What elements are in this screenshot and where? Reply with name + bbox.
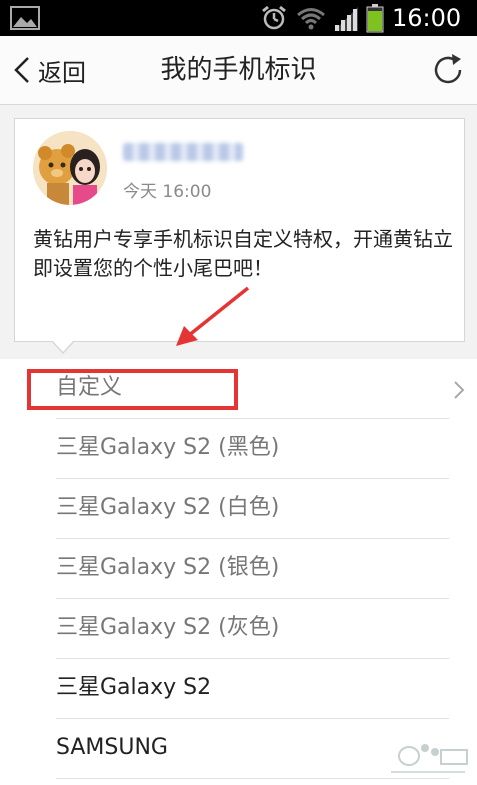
option-label: SAMSUNG	[56, 735, 168, 760]
avatar-image	[33, 131, 107, 205]
option-custom[interactable]: 自定义	[0, 359, 477, 419]
option-galaxy-s2-white[interactable]: 三星Galaxy S2 (白色)	[0, 479, 477, 539]
wifi-icon	[297, 8, 325, 30]
option-label: 三星Galaxy S2 (白色)	[56, 495, 280, 520]
signal-icon	[334, 7, 358, 31]
option-galaxy-s2[interactable]: 三星Galaxy S2	[0, 659, 477, 719]
option-label: 三星Galaxy S2 (黑色)	[56, 435, 280, 460]
nav-bar: 返回 我的手机标识	[0, 36, 477, 105]
alarm-icon	[262, 5, 286, 30]
option-galaxy-s2-grey[interactable]: 三星Galaxy S2 (灰色)	[0, 599, 477, 659]
post-message: 黄钻用户专享手机标识自定义特权，开通黄钻立即设置您的个性小尾巴吧！	[33, 227, 453, 280]
status-bar: 16:00	[0, 0, 477, 36]
status-clock: 16:00	[392, 4, 462, 32]
highlight-box	[27, 369, 238, 410]
post-time: 今天 16:00	[123, 182, 212, 202]
options-list: 自定义 三星Galaxy S2 (黑色) 三星Galaxy S2 (白色) 三星…	[0, 359, 477, 785]
option-galaxy-s2-black[interactable]: 三星Galaxy S2 (黑色)	[0, 419, 477, 479]
card-tail	[52, 340, 74, 352]
gallery-icon	[10, 6, 40, 30]
user-name-blurred	[123, 143, 243, 161]
option-galaxy-s2-silver[interactable]: 三星Galaxy S2 (银色)	[0, 539, 477, 599]
annotation-arrow-icon	[176, 286, 250, 346]
battery-icon	[366, 4, 384, 33]
avatar	[33, 131, 107, 205]
page-title: 我的手机标识	[160, 55, 317, 85]
chevron-right-icon	[454, 381, 465, 399]
option-label: 三星Galaxy S2 (银色)	[56, 555, 280, 580]
watermark-logo-icon	[391, 744, 468, 773]
option-label: 三星Galaxy S2	[56, 675, 212, 700]
option-label: 三星Galaxy S2 (灰色)	[56, 615, 280, 640]
refresh-icon[interactable]	[430, 52, 466, 88]
